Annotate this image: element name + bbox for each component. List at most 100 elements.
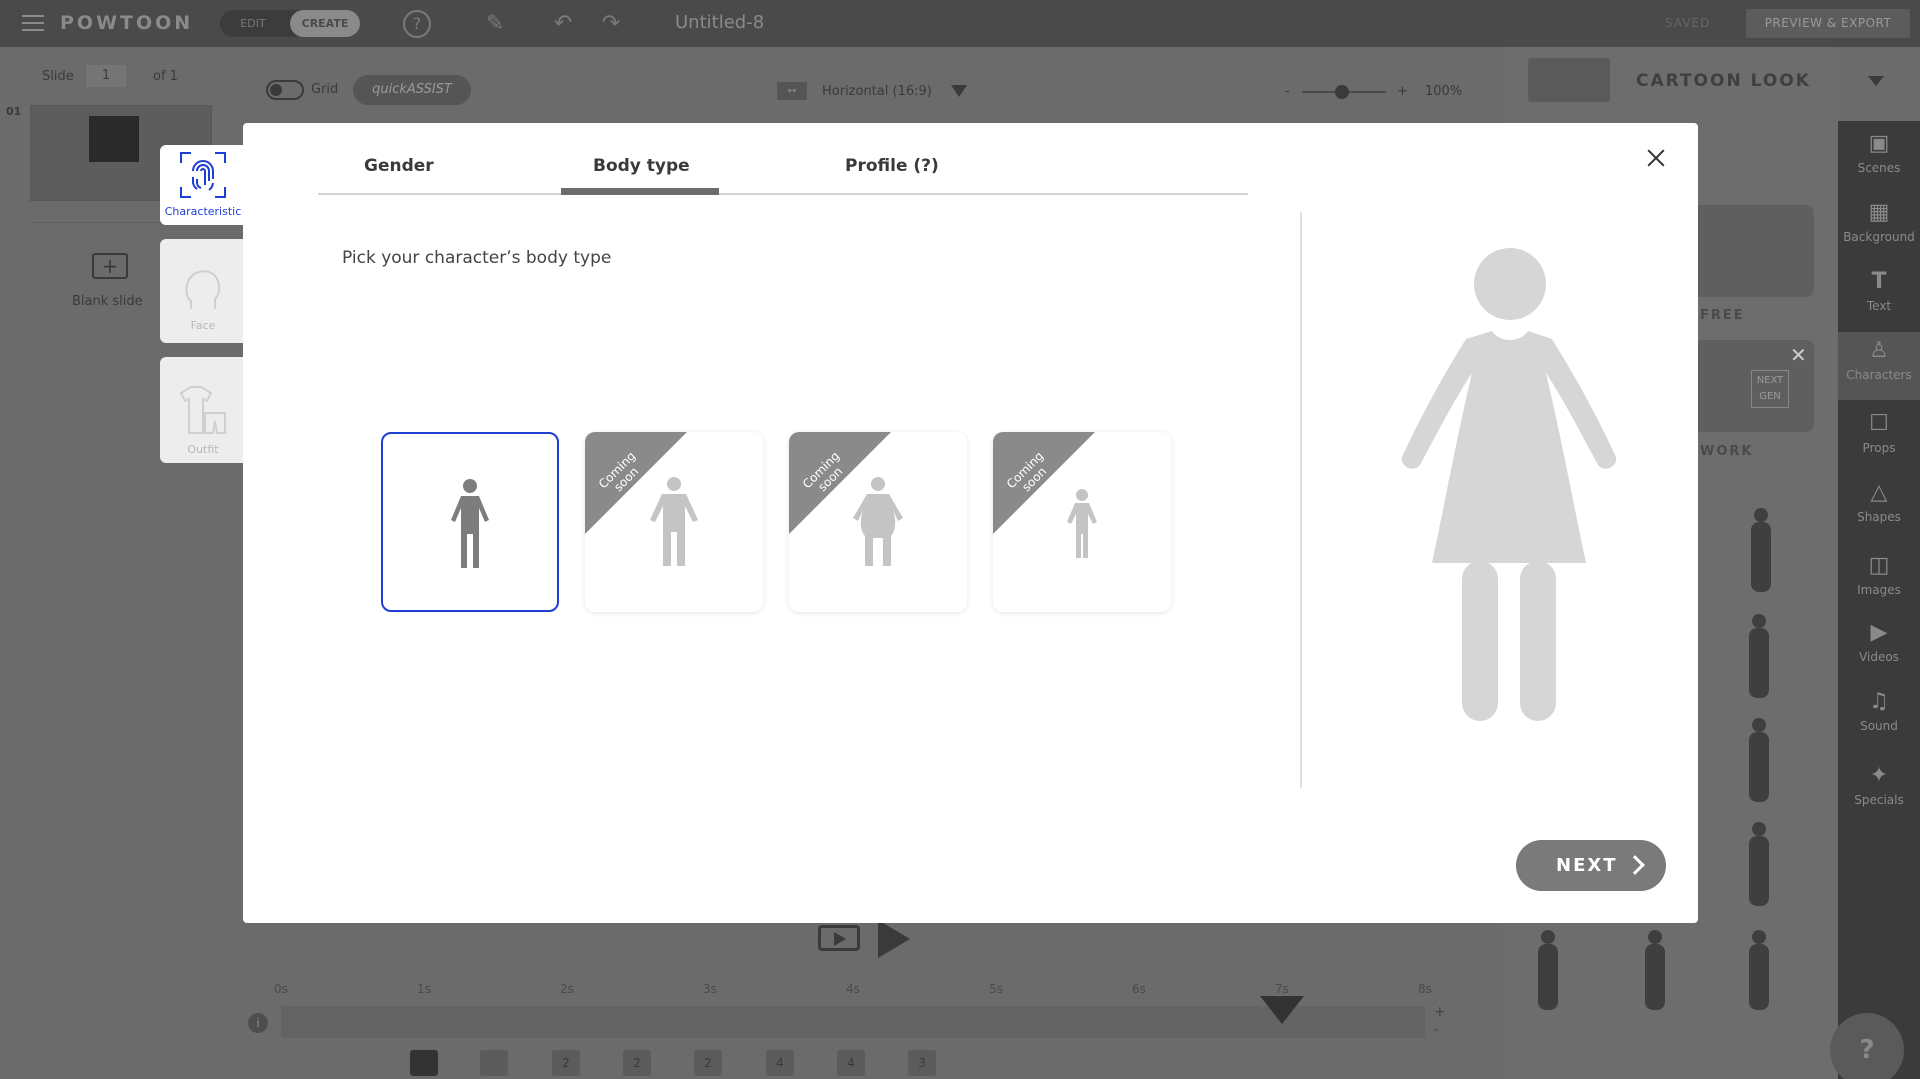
sidebar-item-scenes[interactable]: ▣ Scenes — [1838, 125, 1920, 193]
layer-chip[interactable]: 4 — [766, 1050, 794, 1076]
close-card-icon[interactable]: ✕ — [1790, 343, 1807, 367]
timeline-zoom-out-icon[interactable]: - — [1434, 1022, 1439, 1038]
orientation-icon: ↔ — [777, 82, 807, 100]
character-thumbnail[interactable] — [1648, 930, 1662, 944]
body-heavy-icon — [853, 477, 903, 566]
close-icon[interactable] — [1644, 146, 1668, 170]
style-dropdown-icon[interactable] — [1868, 76, 1884, 86]
saved-status: SAVED — [1665, 16, 1711, 30]
timeline-zoom-in-icon[interactable]: + — [1434, 1004, 1446, 1020]
sidebar-item-shapes[interactable]: △ Shapes — [1838, 474, 1920, 542]
notes-icon[interactable]: ✎ — [481, 10, 509, 38]
style-thumbnail[interactable] — [1528, 58, 1610, 102]
playhead-handle[interactable] — [1260, 996, 1304, 1024]
timeline-tick: 3s — [703, 982, 717, 996]
sidebar-item-images[interactable]: ◫ Images — [1838, 547, 1920, 615]
props-icon: ☐ — [1869, 411, 1889, 436]
zoom-slider-handle[interactable] — [1335, 85, 1349, 99]
layer-chip[interactable]: 4 — [837, 1050, 865, 1076]
tab-body-type[interactable]: Body type — [593, 156, 690, 176]
chevron-right-icon — [1625, 855, 1645, 875]
layer-chip[interactable]: 2 — [694, 1050, 722, 1076]
sidebar-item-specials[interactable]: ✦ Specials — [1838, 757, 1920, 825]
step-tab-face[interactable]: Face — [160, 239, 246, 343]
specials-icon: ✦ — [1869, 763, 1889, 788]
sidebar-item-label: Background — [1843, 230, 1915, 244]
face-icon — [185, 270, 221, 309]
layer-chip[interactable] — [410, 1050, 438, 1076]
step-tab-label: Face — [190, 319, 216, 332]
sidebar-item-background[interactable]: ▦ Background — [1838, 194, 1920, 262]
fingerprint-icon — [180, 152, 226, 198]
sidebar-item-label: Props — [1862, 441, 1896, 455]
character-thumbnail[interactable] — [1754, 508, 1768, 522]
layer-chip[interactable]: 2 — [552, 1050, 580, 1076]
body-type-instruction: Pick your character’s body type — [342, 248, 612, 268]
step-tab-label: Outfit — [187, 443, 219, 456]
orientation-dropdown-icon[interactable] — [951, 85, 967, 97]
slide-number-input[interactable]: 1 — [86, 65, 126, 87]
step-tab-outfit[interactable]: Outfit — [160, 357, 246, 463]
library-label-work: WORK — [1700, 444, 1754, 459]
character-thumbnail[interactable] — [1752, 614, 1766, 628]
play-icon[interactable] — [878, 920, 910, 958]
library-card-free[interactable] — [1690, 205, 1814, 297]
powtoon-logo: POWTOON — [60, 12, 194, 34]
orientation-label[interactable]: Horizontal (16:9) — [822, 84, 932, 99]
sidebar-item-videos[interactable]: ▶ Videos — [1838, 614, 1920, 682]
body-standard-icon — [451, 479, 489, 568]
help-button[interactable]: ? — [1830, 1013, 1904, 1079]
next-gen-badge: NEXT GEN — [1751, 370, 1789, 408]
sidebar-item-text[interactable]: T Text — [1838, 263, 1920, 331]
grid-label: Grid — [311, 82, 339, 97]
timeline-tick: 4s — [846, 982, 860, 996]
character-thumbnail[interactable] — [1752, 822, 1766, 836]
tab-profile[interactable]: Profile (?) — [845, 156, 939, 176]
mode-edit-button[interactable]: EDIT — [220, 10, 286, 37]
menu-icon[interactable] — [22, 15, 44, 31]
images-icon: ◫ — [1868, 553, 1890, 578]
body-type-card-standard[interactable] — [381, 432, 559, 612]
redo-icon[interactable]: ↷ — [597, 10, 625, 38]
timeline-track[interactable] — [281, 1006, 1425, 1038]
sidebar-item-characters[interactable]: ♙ Characters — [1838, 332, 1920, 400]
body-type-card-child[interactable]: Coming soon — [993, 432, 1171, 612]
body-type-card-heavy[interactable]: Coming soon — [789, 432, 967, 612]
quick-assist-button[interactable]: quickASSIST — [353, 75, 471, 105]
layer-chip[interactable]: 2 — [623, 1050, 651, 1076]
timeline-info-icon[interactable]: i — [248, 1013, 268, 1033]
sidebar-item-props[interactable]: ☐ Props — [1838, 405, 1920, 473]
body-type-card-athletic[interactable]: Coming soon — [585, 432, 763, 612]
timeline-tick: 6s — [1132, 982, 1146, 996]
background-icon: ▦ — [1868, 200, 1890, 225]
shapes-icon: △ — [1870, 480, 1888, 505]
zoom-in-icon[interactable]: + — [1397, 84, 1408, 99]
scenes-icon: ▣ — [1868, 131, 1890, 156]
mode-create-button[interactable]: CREATE — [290, 10, 360, 37]
grid-toggle[interactable] — [266, 80, 304, 100]
sidebar-item-label: Videos — [1859, 650, 1899, 664]
step-tab-characteristic[interactable]: Characteristic — [160, 145, 246, 225]
preview-export-button[interactable]: PREVIEW & EXPORT — [1746, 9, 1910, 38]
sidebar-item-label: Shapes — [1857, 510, 1901, 524]
sidebar-item-sound[interactable]: ♫ Sound — [1838, 683, 1920, 751]
document-title[interactable]: Untitled-8 — [675, 12, 764, 33]
tab-bar: Gender Body type Profile (?) — [318, 145, 1248, 195]
next-button-label: NEXT — [1556, 855, 1618, 876]
add-slide-icon[interactable]: + — [92, 253, 128, 279]
blank-slide-label[interactable]: Blank slide — [72, 294, 143, 309]
mode-toggle[interactable]: EDIT CREATE — [220, 10, 360, 37]
character-thumbnail[interactable] — [1752, 930, 1766, 944]
zoom-out-icon[interactable]: - — [1285, 84, 1290, 99]
tab-gender[interactable]: Gender — [364, 156, 434, 176]
character-thumbnail[interactable] — [1541, 930, 1555, 944]
preview-frame-icon[interactable] — [818, 925, 860, 951]
style-name[interactable]: CARTOON LOOK — [1636, 71, 1811, 91]
undo-icon[interactable]: ↶ — [549, 10, 577, 38]
sidebar-item-label: Scenes — [1857, 161, 1901, 175]
character-thumbnail[interactable] — [1752, 718, 1766, 732]
layer-chip[interactable]: 3 — [908, 1050, 936, 1076]
help-icon[interactable]: ? — [403, 10, 431, 38]
next-button[interactable]: NEXT — [1516, 840, 1666, 891]
layer-chip[interactable] — [480, 1050, 508, 1076]
